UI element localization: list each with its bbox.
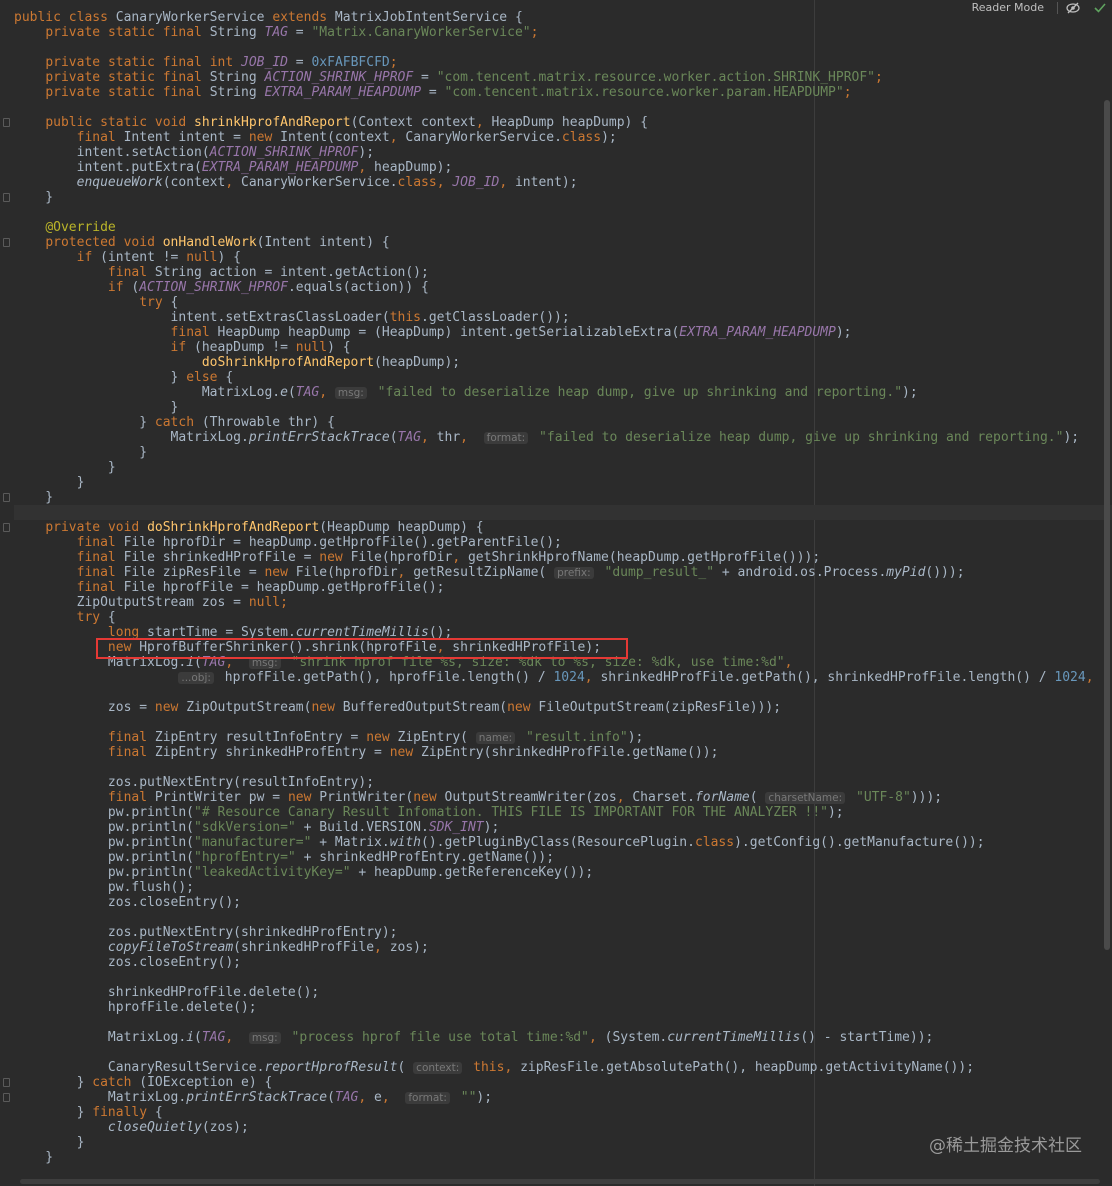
code-line[interactable]: final PrintWriter pw = new PrintWriter(n… bbox=[14, 790, 942, 805]
code-line[interactable] bbox=[14, 505, 1112, 520]
code-line[interactable]: if (ACTION_SHRINK_HPROF.equals(action)) … bbox=[14, 280, 429, 295]
code-line[interactable]: pw.println("hprofEntry=" + shrinkedHProf… bbox=[14, 850, 554, 865]
code-line[interactable]: doShrinkHprofAndReport(heapDump); bbox=[14, 355, 460, 370]
fold-marker-icon[interactable] bbox=[3, 523, 10, 532]
code-line[interactable]: copyFileToStream(shrinkedHProfFile, zos)… bbox=[14, 940, 429, 955]
code-line[interactable]: private static final int JOB_ID = 0xFAFB… bbox=[14, 55, 397, 70]
code-line[interactable]: @Override bbox=[14, 220, 115, 235]
code-line[interactable]: if (heapDump != null) { bbox=[14, 340, 351, 355]
code-line[interactable]: } catch (IOException e) { bbox=[14, 1075, 273, 1090]
code-line[interactable]: zos.putNextEntry(resultInfoEntry); bbox=[14, 775, 374, 790]
fold-marker-icon[interactable] bbox=[3, 1078, 10, 1087]
code-line[interactable]: MatrixLog.e(TAG, msg: "failed to deseria… bbox=[14, 385, 918, 400]
code-line[interactable]: intent.setAction(ACTION_SHRINK_HPROF); bbox=[14, 145, 374, 160]
code-line[interactable]: new HprofBufferShrinker().shrink(hprofFi… bbox=[14, 640, 601, 655]
code-line[interactable]: MatrixLog.i(TAG, msg: "shrink hprof file… bbox=[14, 655, 793, 670]
fold-marker-icon[interactable] bbox=[3, 1093, 10, 1102]
code-line[interactable]: shrinkedHProfFile.delete(); bbox=[14, 985, 319, 1000]
fold-marker-icon[interactable] bbox=[3, 118, 10, 127]
fold-gutter bbox=[0, 0, 14, 1186]
code-line[interactable]: } else { bbox=[14, 370, 234, 385]
watermark: @稀土掘金技术社区 bbox=[929, 1136, 1082, 1156]
code-editor[interactable]: public class CanaryWorkerService extends… bbox=[0, 0, 1112, 1186]
code-line[interactable]: zos.putNextEntry(shrinkedHProfEntry); bbox=[14, 925, 398, 940]
code-line[interactable]: private void doShrinkHprofAndReport(Heap… bbox=[14, 520, 483, 535]
right-margin-guide bbox=[814, 0, 815, 1186]
code-line[interactable]: } bbox=[14, 190, 53, 205]
check-icon[interactable] bbox=[1094, 2, 1106, 14]
code-line[interactable]: pw.println("sdkVersion=" + Build.VERSION… bbox=[14, 820, 499, 835]
code-line[interactable]: protected void onHandleWork(Intent inten… bbox=[14, 235, 389, 250]
code-line[interactable]: final HeapDump heapDump = (HeapDump) int… bbox=[14, 325, 852, 340]
code-line[interactable]: hprofFile.delete(); bbox=[14, 1000, 257, 1015]
code-line[interactable]: private static final String EXTRA_PARAM_… bbox=[14, 85, 851, 100]
code-line[interactable]: final File hprofDir = heapDump.getHprofF… bbox=[14, 535, 562, 550]
code-line[interactable]: final ZipEntry resultInfoEntry = new Zip… bbox=[14, 730, 643, 745]
code-line[interactable]: enqueueWork(context, CanaryWorkerService… bbox=[14, 175, 578, 190]
code-line[interactable]: zos.closeEntry(); bbox=[14, 895, 241, 910]
code-line[interactable]: } bbox=[14, 460, 116, 475]
code-line[interactable]: final Intent intent = new Intent(context… bbox=[14, 130, 617, 145]
code-line[interactable]: pw.println("manufacturer=" + Matrix.with… bbox=[14, 835, 985, 850]
code-line[interactable]: public static void shrinkHprofAndReport(… bbox=[14, 115, 648, 130]
code-line[interactable]: CanaryResultService.reportHprofResult( c… bbox=[14, 1060, 974, 1075]
fold-marker-icon[interactable] bbox=[3, 493, 10, 502]
code-line[interactable]: intent.putExtra(EXTRA_PARAM_HEAPDUMP, he… bbox=[14, 160, 453, 175]
code-line[interactable]: try { bbox=[14, 610, 116, 625]
eye-off-icon[interactable] bbox=[1066, 2, 1080, 14]
code-line[interactable]: pw.flush(); bbox=[14, 880, 194, 895]
code-line[interactable]: intent.setExtrasClassLoader(this.getClas… bbox=[14, 310, 570, 325]
code-line[interactable]: MatrixLog.i(TAG, msg: "process hprof fil… bbox=[14, 1030, 933, 1045]
code-line[interactable]: public class CanaryWorkerService extends… bbox=[14, 10, 523, 25]
code-line[interactable]: } finally { bbox=[14, 1105, 163, 1120]
code-line[interactable]: long startTime = System.currentTimeMilli… bbox=[14, 625, 452, 640]
code-line[interactable]: final File hprofFile = heapDump.getHprof… bbox=[14, 580, 445, 595]
vertical-scrollbar[interactable] bbox=[1104, 100, 1110, 950]
fold-marker-icon[interactable] bbox=[3, 193, 10, 202]
code-line[interactable]: final String action = intent.getAction()… bbox=[14, 265, 429, 280]
code-line[interactable]: pw.println("leakedActivityKey=" + heapDu… bbox=[14, 865, 593, 880]
fold-marker-icon[interactable] bbox=[3, 238, 10, 247]
reader-mode-button[interactable]: Reader Mode bbox=[972, 0, 1044, 16]
code-line[interactable]: } bbox=[14, 400, 179, 415]
code-line[interactable]: zos = new ZipOutputStream(new BufferedOu… bbox=[14, 700, 781, 715]
code-line[interactable]: private static final String ACTION_SHRIN… bbox=[14, 70, 883, 85]
code-line[interactable]: zos.closeEntry(); bbox=[14, 955, 241, 970]
code-line[interactable]: closeQuietly(zos); bbox=[14, 1120, 249, 1135]
code-line[interactable]: } bbox=[14, 1135, 85, 1150]
code-line[interactable]: private static final String TAG = "Matri… bbox=[14, 25, 538, 40]
code-line[interactable]: MatrixLog.printErrStackTrace(TAG, thr, f… bbox=[14, 430, 1080, 445]
code-line[interactable]: ...obj: hprofFile.getPath(), hprofFile.l… bbox=[14, 670, 1094, 685]
code-line[interactable]: final File zipResFile = new File(hprofDi… bbox=[14, 565, 965, 580]
code-line[interactable]: if (intent != null) { bbox=[14, 250, 241, 265]
code-line[interactable]: } bbox=[14, 445, 147, 460]
code-line[interactable]: final File shrinkedHProfFile = new File(… bbox=[14, 550, 821, 565]
code-line[interactable]: try { bbox=[14, 295, 178, 310]
code-line[interactable]: } catch (Throwable thr) { bbox=[14, 415, 335, 430]
code-line[interactable]: } bbox=[14, 475, 85, 490]
toolbar-separator bbox=[1057, 2, 1058, 14]
code-line[interactable]: final ZipEntry shrinkedHProfEntry = new … bbox=[14, 745, 719, 760]
horizontal-scrollbar[interactable] bbox=[20, 1179, 1100, 1184]
code-line[interactable]: ZipOutputStream zos = null; bbox=[14, 595, 288, 610]
code-line[interactable]: MatrixLog.printErrStackTrace(TAG, e, for… bbox=[14, 1090, 492, 1105]
code-line[interactable]: } bbox=[14, 490, 53, 505]
code-line[interactable]: } bbox=[14, 1150, 53, 1165]
code-line[interactable]: pw.println("# Resource Canary Result Inf… bbox=[14, 805, 844, 820]
